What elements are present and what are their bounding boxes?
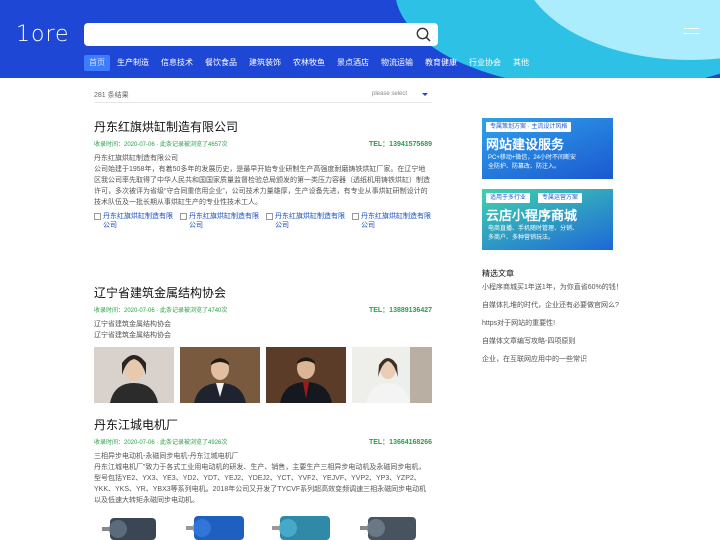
sort-placeholder: please select [372,91,408,97]
banner-subtitle: 电商直播、手机随时管理、分销、多商户、多种营销玩法。 [488,226,579,241]
banner-tag: 适用于多行业 [486,193,531,203]
result-phone: TEL：13941575689 [368,141,432,148]
nav-item-food[interactable]: 餐饮食品 [200,55,242,71]
desc-line: 公司始建于1958年，有着50多年的发展历史，是最早开始专业研制生产高强度耐磨铸… [94,166,430,206]
nav-item-logistics[interactable]: 物流运输 [376,55,418,71]
result-date: 收录时间：2020-07-06 · 此条记录被浏览了4926次 [94,440,228,446]
motor-photo[interactable] [266,512,346,540]
result-title[interactable]: 丹东红旗烘缸制造有限公司 [94,118,432,135]
result-date: 收录时间：2020-07-06 · 此条记录被浏览了4657次 [94,142,228,148]
desc-line: 三相异步电动机-永磁同步电机-丹东江城电机厂 [94,453,239,460]
broken-image-icon [352,213,359,220]
result-bar: 281 条结果 please select [94,88,432,103]
article-link[interactable]: 企业，在互联网应用中的一些常识 [482,355,614,370]
person-photo[interactable] [180,347,260,403]
image-row: 丹东红旗烘缸制造有限公司 丹东红旗烘缸制造有限公司 丹东红旗烘缸制造有限公司 丹… [94,212,432,230]
article-link[interactable]: 自媒体文章编写攻略-四项原则 [482,337,614,352]
search-icon[interactable] [415,26,432,43]
article-link[interactable]: 小程序商城买1年送1年，为你直省60%的钱！ [482,283,623,298]
image-link[interactable]: 丹东红旗烘缸制造有限公司 [180,212,260,230]
person-photo[interactable] [352,347,432,403]
result-desc: 丹东红旗烘缸制造有限公司 公司始建于1958年，有着50多年的发展历史，是最早开… [94,153,432,208]
nav-item-agriculture[interactable]: 农林牧鱼 [288,55,330,71]
result-desc: 辽宁省建筑金属结构协会 辽宁省建筑金属结构协会 [94,319,432,341]
nav-item-manufacturing[interactable]: 生产制造 [112,55,154,71]
photo-row [94,347,432,403]
result-phone: TEL：13664168266 [368,439,432,446]
result-date: 收录时间：2020-07-06 · 此条记录被浏览了4740次 [94,308,228,314]
search-input[interactable] [90,26,400,43]
nav-item-association[interactable]: 行业协会 [464,55,506,71]
desc-line: 辽宁省建筑金属结构协会 [94,332,171,339]
motor-photo[interactable] [352,512,432,540]
image-link[interactable]: 丹东红旗烘缸制造有限公司 [94,212,174,230]
image-alt: 丹东红旗烘缸制造有限公司 [275,213,345,229]
result-meta: 收录时间：2020-07-06 · 此条记录被浏览了4657次 TEL：1394… [94,139,432,151]
mini-program-banner[interactable]: 适用于多行业 专属运营方案 云店小程序商城 电商直播、手机随时管理、分销、多商户… [482,189,613,250]
article-list: 小程序商城买1年送1年，为你直省60%的钱！ 自媒体扎堆的时代，企业还有必要做官… [482,283,623,370]
image-alt: 丹东红旗烘缸制造有限公司 [361,213,431,229]
motor-photo[interactable] [94,512,174,540]
motor-photo[interactable] [180,512,260,540]
chevron-down-icon [422,93,428,96]
main-nav: 首页 生产制造 信息技术 餐饮食品 建筑装饰 农林牧鱼 景点酒店 物流运输 教育… [84,55,536,71]
nav-item-education[interactable]: 教育健康 [420,55,462,71]
broken-image-icon [180,213,187,220]
image-alt: 丹东红旗烘缸制造有限公司 [103,213,173,229]
result-desc: 三相异步电动机-永磁同步电机-丹东江城电机厂 丹东江城电机厂”致力于各式工业用电… [94,451,432,506]
person-photo[interactable] [94,347,174,403]
nav-item-home[interactable]: 首页 [84,55,110,71]
desc-line: 丹东红旗烘缸制造有限公司 [94,155,178,162]
result-phone: TEL：13889136427 [368,307,432,314]
banner-tag: 专属运营方案 [538,193,583,203]
result-title[interactable]: 丹东江城电机厂 [94,416,432,433]
search-box [84,23,438,46]
broken-image-icon [266,213,273,220]
banner-tag: 专属策划方案 · 主流设计风格 [486,122,572,132]
sidebar: 专属策划方案 · 主流设计风格 网站建设服务 PC+移动+微信，24小时不间断安… [482,118,623,370]
site-logo[interactable]: 1ore [16,22,70,47]
menu-icon[interactable] [684,28,699,38]
result-count: 281 条结果 [94,92,129,99]
desc-line: 丹东江城电机厂”致力于各式工业用电动机的研发、生产、销售，主要生产三相异步电动机… [94,464,427,504]
result-item: 丹东江城电机厂 收录时间：2020-07-06 · 此条记录被浏览了4926次 … [94,416,432,540]
banner-title: 云店小程序商城 [486,208,578,223]
nav-item-other[interactable]: 其他 [508,55,534,71]
result-item: 辽宁省建筑金属结构协会 收录时间：2020-07-06 · 此条记录被浏览了47… [94,284,432,403]
article-link[interactable]: https对于网站的重要性! [482,319,614,334]
website-service-banner[interactable]: 专属策划方案 · 主流设计风格 网站建设服务 PC+移动+微信，24小时不间断安… [482,118,613,179]
banner-title: 网站建设服务 [486,137,565,152]
result-meta: 收录时间：2020-07-06 · 此条记录被浏览了4740次 TEL：1388… [94,305,432,317]
desc-line: 辽宁省建筑金属结构协会 [94,321,171,328]
nav-item-it[interactable]: 信息技术 [156,55,198,71]
result-meta: 收录时间：2020-07-06 · 此条记录被浏览了4926次 TEL：1366… [94,437,432,449]
sort-select[interactable]: please select [372,91,432,97]
banner-subtitle: PC+移动+微信，24小时不间断安全防护、防篡改、防注入。 [488,155,577,170]
featured-articles-heading: 精选文章 [482,269,514,278]
site-header: 1ore 首页 生产制造 信息技术 餐饮食品 建筑装饰 农林牧鱼 景点酒店 物流… [0,0,720,78]
person-photo[interactable] [266,347,346,403]
nav-item-construction[interactable]: 建筑装饰 [244,55,286,71]
image-alt: 丹东红旗烘缸制造有限公司 [189,213,259,229]
result-title[interactable]: 辽宁省建筑金属结构协会 [94,284,432,301]
article-link[interactable]: 自媒体扎堆的时代，企业还有必要做官网么? [482,301,619,316]
results-main: 281 条结果 please select 丹东红旗烘缸制造有限公司 收录时间：… [94,88,432,540]
broken-image-icon [94,213,101,220]
nav-item-hotel[interactable]: 景点酒店 [332,55,374,71]
motor-row [94,512,432,540]
image-link[interactable]: 丹东红旗烘缸制造有限公司 [266,212,346,230]
result-item: 丹东红旗烘缸制造有限公司 收录时间：2020-07-06 · 此条记录被浏览了4… [94,118,432,230]
image-link[interactable]: 丹东红旗烘缸制造有限公司 [352,212,432,230]
